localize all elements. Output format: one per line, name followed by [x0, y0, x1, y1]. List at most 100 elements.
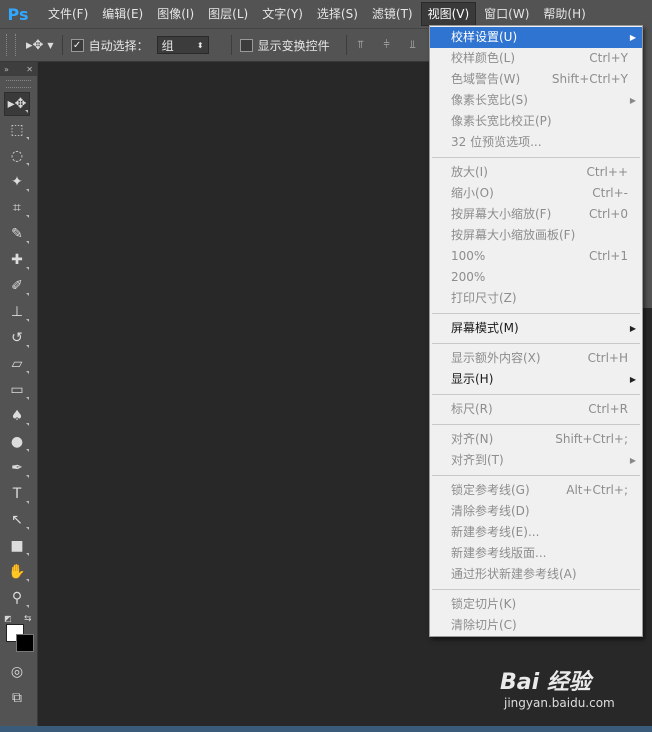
default-colors-icon[interactable]: ◩: [4, 614, 12, 623]
view-menu-item[interactable]: 按屏幕大小缩放画板(F): [430, 225, 642, 246]
menu-item-shortcut: Ctrl+-: [592, 186, 628, 200]
blur-tool-icon[interactable]: ♠: [4, 404, 30, 428]
submenu-arrow-icon: ▶: [629, 456, 636, 465]
view-menu-item[interactable]: 按屏幕大小缩放(F) Ctrl+0: [430, 204, 642, 225]
move-tool-icon: ▸✥: [26, 37, 44, 53]
view-menu-item[interactable]: 对齐(N) Shift+Ctrl+;: [430, 429, 642, 450]
menu-item-shortcut: Ctrl+1: [588, 249, 628, 263]
gradient-tool-icon[interactable]: ▭: [4, 378, 30, 402]
baidu-jingyan-watermark: Bai 经验 jingyan.baidu.com: [500, 664, 650, 724]
view-menu-item[interactable]: 像素长宽比校正(P): [430, 111, 642, 132]
menu-item-label: 锁定参考线(G): [451, 483, 530, 497]
divider: [345, 35, 347, 55]
menu-item-label: 像素长宽比校正(P): [451, 114, 552, 128]
view-menu-item[interactable]: 100% Ctrl+1: [430, 246, 642, 267]
show-transform-checkbox[interactable]: [239, 38, 253, 52]
menu-item-label: 对齐到(T): [451, 453, 504, 467]
view-menu-item[interactable]: 校样颜色(L) Ctrl+Y: [430, 48, 642, 69]
history-brush-tool-icon[interactable]: ↺: [4, 326, 30, 350]
view-menu-item[interactable]: 缩小(O) Ctrl+-: [430, 183, 642, 204]
view-menu-item[interactable]: 放大(I) Ctrl++: [430, 162, 642, 183]
photoshop-logo: Ps: [7, 4, 29, 24]
view-menu-item[interactable]: 显示额外内容(X) Ctrl+H: [430, 348, 642, 369]
view-menu-item[interactable]: 像素长宽比(S) ▶: [430, 90, 642, 111]
menu-item[interactable]: 选择(S): [311, 3, 364, 25]
lasso-tool-icon[interactable]: ◌: [4, 144, 30, 168]
menu-item[interactable]: 编辑(E): [96, 3, 149, 25]
menu-item-label: 锁定切片(K): [451, 597, 517, 611]
brush-tool-icon[interactable]: ✐: [4, 274, 30, 298]
view-menu-item[interactable]: 32 位预览选项...: [430, 132, 642, 153]
menu-item-label: 像素长宽比(S): [451, 93, 528, 107]
rectangle-tool-icon[interactable]: ■: [4, 534, 30, 558]
view-menu-item[interactable]: 对齐到(T) ▶: [430, 450, 642, 471]
menu-item[interactable]: 视图(V): [420, 2, 477, 26]
align-top-icon[interactable]: ⫪: [355, 38, 367, 52]
menu-item-shortcut: Shift+Ctrl+;: [555, 432, 628, 446]
chevron-down-icon: ▼: [47, 40, 54, 50]
magic-wand-tool-icon[interactable]: ✦: [4, 170, 30, 194]
crop-tool-icon[interactable]: ⌗: [4, 196, 30, 220]
view-menu-item[interactable]: 清除切片(C): [430, 615, 642, 636]
view-menu-item[interactable]: 新建参考线版面...: [430, 543, 642, 564]
marquee-tool-icon[interactable]: ⬚: [4, 118, 30, 142]
align-vertical-center-icon[interactable]: ⫩: [381, 38, 393, 52]
menu-item[interactable]: 窗口(W): [478, 3, 535, 25]
view-menu-item[interactable]: 锁定切片(K): [430, 594, 642, 615]
show-transform-label: 显示变换控件: [257, 38, 330, 53]
close-icon[interactable]: ✕: [26, 65, 33, 74]
divider: [61, 35, 63, 55]
tool-preset-picker[interactable]: ▸✥ ▼: [26, 38, 54, 53]
background-color-swatch[interactable]: [16, 634, 34, 652]
options-bar-grip[interactable]: [6, 34, 16, 56]
menu-item-label: 校样颜色(L): [451, 51, 516, 65]
menu-item-shortcut: Ctrl++: [586, 165, 628, 179]
menu-item-label: 打印尺寸(Z): [451, 291, 517, 305]
view-menu-item[interactable]: 新建参考线(E)...: [430, 522, 642, 543]
menu-item[interactable]: 滤镜(T): [366, 3, 419, 25]
path-selection-tool-icon[interactable]: ↖: [4, 508, 30, 532]
view-menu-item[interactable]: 锁定参考线(G) Alt+Ctrl+;: [430, 480, 642, 501]
menu-item-label: 校样设置(U): [451, 30, 518, 44]
watermark-url: jingyan.baidu.com: [504, 696, 615, 710]
menu-item[interactable]: 文件(F): [42, 3, 94, 25]
view-menu-item[interactable]: 打印尺寸(Z): [430, 288, 642, 309]
view-menu-item[interactable]: 屏幕模式(M) ▶: [430, 318, 642, 339]
zoom-tool-icon[interactable]: ⚲: [4, 586, 30, 610]
menu-item-label: 清除参考线(D): [451, 504, 530, 518]
menu-item[interactable]: 文字(Y): [256, 3, 309, 25]
collapse-icon[interactable]: »: [4, 65, 9, 74]
submenu-arrow-icon: ▶: [629, 375, 636, 384]
menu-separator: [432, 157, 640, 158]
swap-colors-icon[interactable]: ⇆: [24, 614, 32, 624]
quick-mask-icon[interactable]: ◎: [4, 660, 30, 684]
eraser-tool-icon[interactable]: ▱: [4, 352, 30, 376]
view-menu-item[interactable]: 通过形状新建参考线(A): [430, 564, 642, 585]
align-bottom-icon[interactable]: ⫫: [407, 38, 419, 52]
menu-item-shortcut: Ctrl+H: [587, 351, 628, 365]
healing-brush-tool-icon[interactable]: ✚: [4, 248, 30, 272]
view-menu-item[interactable]: 标尺(R) Ctrl+R: [430, 399, 642, 420]
view-menu-item[interactable]: 色域警告(W) Shift+Ctrl+Y: [430, 69, 642, 90]
eyedropper-tool-icon[interactable]: ✎: [4, 222, 30, 246]
hand-tool-icon[interactable]: ✋: [4, 560, 30, 584]
tools-panel-grip[interactable]: [6, 80, 31, 88]
clone-stamp-tool-icon[interactable]: ⊥: [4, 300, 30, 324]
menu-item[interactable]: 图层(L): [202, 3, 254, 25]
view-menu-item[interactable]: 校样设置(U) ▶: [430, 27, 642, 48]
menu-item[interactable]: 帮助(H): [537, 3, 591, 25]
view-menu-item[interactable]: 显示(H) ▶: [430, 369, 642, 390]
view-menu-item[interactable]: 清除参考线(D): [430, 501, 642, 522]
view-menu-item[interactable]: 200%: [430, 267, 642, 288]
type-tool-icon[interactable]: T: [4, 482, 30, 506]
auto-select-label: 自动选择：: [88, 38, 149, 53]
screen-mode-icon[interactable]: ⧉: [4, 686, 30, 710]
dodge-tool-icon[interactable]: ●: [4, 430, 30, 454]
menu-item[interactable]: 图像(I): [151, 3, 200, 25]
menu-item-label: 按屏幕大小缩放画板(F): [451, 228, 576, 242]
watermark-logo: Bai 经验: [500, 670, 591, 695]
pen-tool-icon[interactable]: ✒: [4, 456, 30, 480]
move-tool-icon[interactable]: ▸✥: [4, 92, 30, 116]
auto-select-checkbox[interactable]: ✓: [70, 38, 84, 52]
auto-select-dropdown[interactable]: 组 ⬍: [156, 36, 209, 54]
